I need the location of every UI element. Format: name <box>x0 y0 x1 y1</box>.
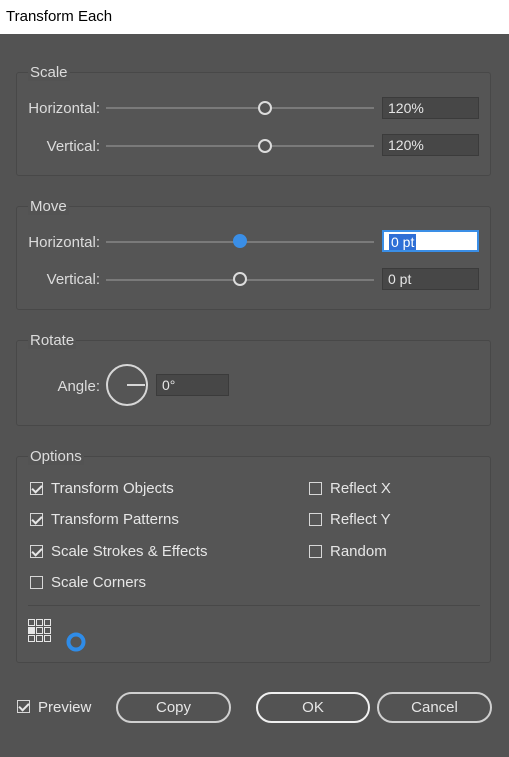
move-horizontal-label: Horizontal: <box>28 234 100 251</box>
scale-vertical-label: Vertical: <box>46 138 100 155</box>
copy-button[interactable]: Copy <box>116 692 231 723</box>
reflect-y-checkbox[interactable] <box>309 513 322 526</box>
scale-strokes-effects-label: Scale Strokes & Effects <box>51 543 208 560</box>
reflect-x-checkbox[interactable] <box>309 482 322 495</box>
loading-spinner-icon <box>66 632 86 652</box>
scale-vertical-slider-track[interactable] <box>106 145 374 147</box>
move-vertical-label: Vertical: <box>46 271 100 288</box>
ok-button[interactable]: OK <box>256 692 370 723</box>
options-group-label: Options <box>28 448 84 465</box>
scale-vertical-input[interactable]: 120% <box>382 134 479 156</box>
move-group-label: Move <box>28 198 69 215</box>
scale-strokes-effects-checkbox[interactable] <box>30 545 43 558</box>
options-divider <box>28 605 480 606</box>
title-bar: Transform Each <box>0 0 509 34</box>
scale-corners-checkbox[interactable] <box>30 576 43 589</box>
dialog-title: Transform Each <box>6 8 113 25</box>
move-horizontal-input[interactable]: 0 pt <box>382 230 479 252</box>
rotate-group-label: Rotate <box>28 332 77 349</box>
preview-label: Preview <box>38 699 92 716</box>
move-group <box>16 206 491 310</box>
transform-objects-label: Transform Objects <box>51 480 174 497</box>
scale-corners-label: Scale Corners <box>51 574 147 591</box>
transform-objects-checkbox[interactable] <box>30 482 43 495</box>
preview-checkbox[interactable] <box>17 700 30 713</box>
scale-horizontal-label: Horizontal: <box>28 100 100 117</box>
scale-horizontal-slider-knob[interactable] <box>258 101 272 115</box>
move-horizontal-slider-knob[interactable] <box>233 234 247 248</box>
scale-group-label: Scale <box>28 64 70 81</box>
move-vertical-input[interactable]: 0 pt <box>382 268 479 290</box>
scale-horizontal-input[interactable]: 120% <box>382 97 479 119</box>
cancel-button[interactable]: Cancel <box>377 692 492 723</box>
rotate-angle-dial[interactable] <box>104 362 150 408</box>
scale-vertical-slider-knob[interactable] <box>258 139 272 153</box>
scale-horizontal-slider-track[interactable] <box>106 107 374 109</box>
random-label: Random <box>330 543 387 560</box>
transform-patterns-checkbox[interactable] <box>30 513 43 526</box>
rotate-angle-label: Angle: <box>57 378 100 395</box>
transform-patterns-label: Transform Patterns <box>51 511 179 528</box>
scale-group <box>16 72 491 176</box>
random-checkbox[interactable] <box>309 545 322 558</box>
move-vertical-slider-knob[interactable] <box>233 272 247 286</box>
move-horizontal-input-selection: 0 pt <box>389 234 417 250</box>
reflect-x-label: Reflect X <box>330 480 391 497</box>
rotate-angle-input[interactable]: 0° <box>156 374 229 396</box>
reference-point-locator-icon[interactable] <box>28 619 52 643</box>
reflect-y-label: Reflect Y <box>330 511 391 528</box>
